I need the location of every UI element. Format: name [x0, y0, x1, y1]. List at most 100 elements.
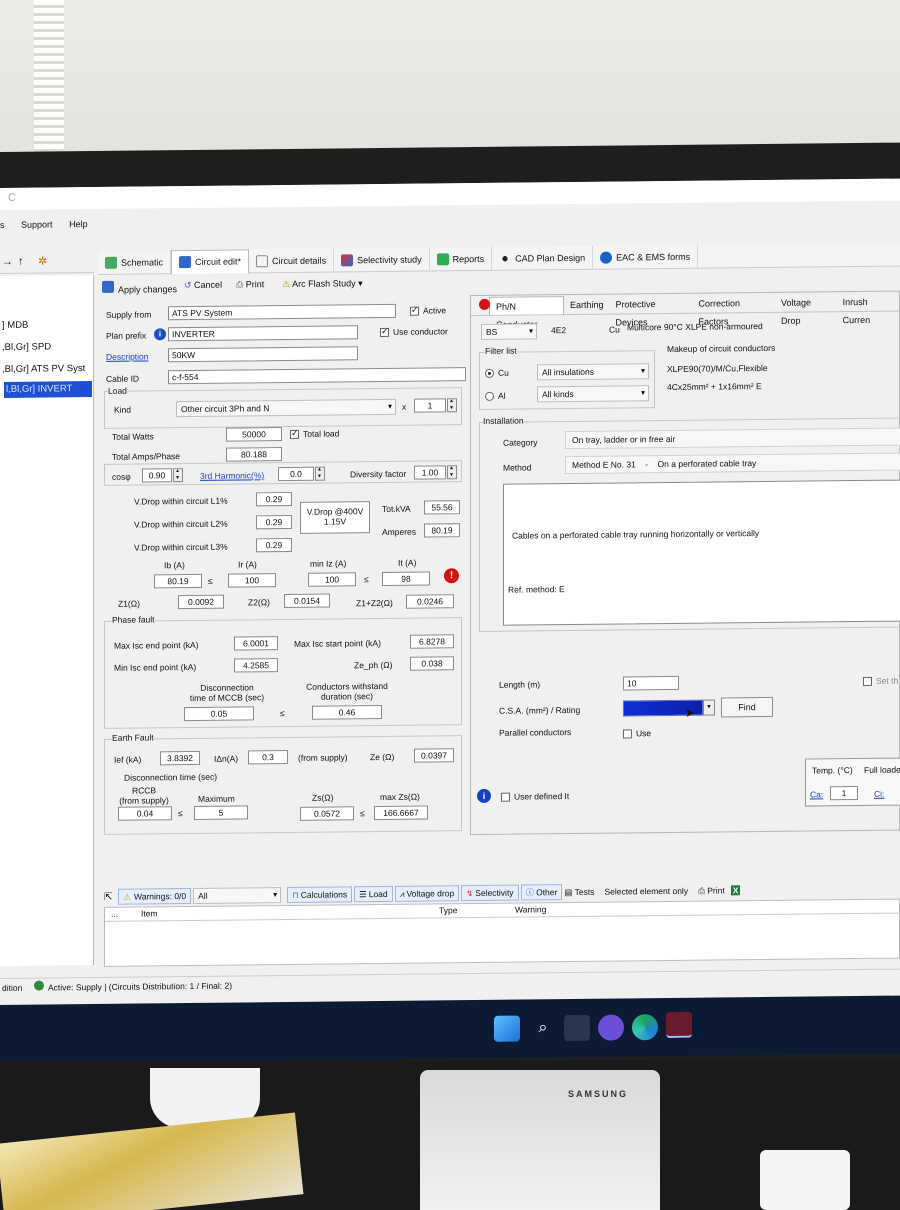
standard-dropdown[interactable]: BS	[481, 323, 537, 340]
supply-field[interactable]: ATS PV System	[168, 303, 396, 321]
quantity-stepper[interactable]	[447, 398, 457, 413]
menu-item-settings[interactable]: s	[0, 220, 5, 230]
menu-item-support[interactable]: Support	[21, 219, 53, 229]
voltage-drop-button[interactable]: ⩘ Voltage drop	[394, 885, 460, 902]
warnings-filter-dropdown[interactable]: All	[193, 887, 282, 904]
diversity-stepper[interactable]	[447, 465, 457, 480]
tree-item-spd[interactable]: ,Bl,Gr] SPD	[2, 341, 51, 353]
idn-field[interactable]: 0.3	[248, 749, 288, 765]
tab-cad-plan[interactable]: CAD Plan Design	[492, 245, 594, 271]
kind-dropdown[interactable]: Other circuit 3Ph and N	[176, 398, 396, 418]
apply-button[interactable]: Apply changes	[102, 280, 177, 295]
prefix-field[interactable]: INVERTER	[168, 325, 358, 342]
harmonic-link[interactable]: 3rd Harmonic(%)	[200, 470, 264, 481]
ca-link[interactable]: Ca:	[810, 789, 823, 799]
error-icon[interactable]: !	[444, 568, 459, 584]
arc-flash-button[interactable]: ⚠ Arc Flash Study ▾	[282, 278, 363, 290]
maximum-field[interactable]: 5	[194, 805, 248, 820]
tab-circuit-details[interactable]: Circuit details	[249, 248, 335, 273]
diversity-field[interactable]: 1.00	[414, 465, 446, 480]
harmonic-field[interactable]: 0.0	[278, 466, 314, 482]
harmonic-stepper[interactable]	[315, 466, 325, 481]
tab-selectivity-study[interactable]: Selectivity study	[334, 247, 430, 273]
tab-ph-n-conductor[interactable]: Ph/N Conductor	[489, 295, 564, 329]
bottom-print-button[interactable]: ⎙ Print	[698, 885, 725, 896]
al-radio[interactable]	[485, 392, 494, 402]
set-check[interactable]	[863, 677, 872, 687]
curve-icon	[341, 253, 354, 266]
tab-eac-ems[interactable]: EAC & EMS forms	[593, 244, 699, 270]
earth-fault-label: Earth Fault	[112, 732, 154, 743]
use-conductor-checkbox[interactable]: Use conductor	[380, 326, 448, 338]
excel-icon[interactable]: X	[730, 885, 741, 896]
cancel-button[interactable]: ↺ Cancel	[184, 280, 222, 291]
ci-link[interactable]: Ci:	[874, 789, 884, 799]
parallel-use-check[interactable]	[623, 729, 632, 739]
description-link[interactable]: Description	[106, 351, 149, 361]
gear-icon[interactable]: ✲	[38, 255, 47, 268]
cable-id-field[interactable]: c-f-554	[168, 367, 466, 385]
tab-circuit-edit[interactable]: Circuit edit*	[171, 248, 250, 274]
info-icon[interactable]: i	[154, 328, 166, 341]
tree-item-mdb[interactable]: ] MDB	[2, 320, 28, 331]
status-left: dition	[2, 982, 23, 993]
selected-element-toggle[interactable]: Selected element only	[604, 886, 688, 897]
radio-al[interactable]: Al	[485, 391, 506, 402]
other-button[interactable]: ⓘ Other	[520, 884, 563, 901]
cu-radio[interactable]	[485, 369, 494, 379]
type-column[interactable]: Type	[439, 905, 457, 915]
edge-icon[interactable]	[632, 1014, 658, 1041]
tree-item-ats[interactable]: ,Bl,Gr] ATS PV Syst	[2, 363, 85, 375]
tab-inrush-current[interactable]: Inrush Curren	[837, 292, 900, 324]
active-app-icon[interactable]	[666, 1011, 692, 1039]
print-button[interactable]: ⎙ Print	[236, 279, 264, 290]
selectivity-button[interactable]: ↯ Selectivity	[461, 884, 519, 902]
calculations-button[interactable]: ⊓ Calculations	[287, 886, 353, 903]
user-defined-checkbox[interactable]: User defined It	[501, 791, 569, 803]
cosphi-field[interactable]: 0.90	[142, 468, 172, 483]
chat-icon[interactable]	[598, 1014, 624, 1041]
cosphi-stepper[interactable]	[173, 468, 183, 483]
use-conductor-check[interactable]	[380, 328, 389, 338]
warnings-button[interactable]: ⚠ Warnings: 0/0	[118, 887, 192, 905]
tests-button[interactable]: ▤ Tests	[564, 886, 594, 897]
tab-voltage-drop[interactable]: Voltage Drop	[775, 293, 837, 325]
export-icon[interactable]: ⇱	[104, 891, 112, 902]
item-column[interactable]: Item	[141, 908, 158, 918]
total-load-checkbox[interactable]: Total load	[290, 428, 339, 440]
windows-start-icon[interactable]	[494, 1015, 520, 1042]
load-button[interactable]: ☰ Load	[354, 885, 393, 903]
total-load-check[interactable]	[290, 430, 299, 440]
warning-column[interactable]: Warning	[515, 904, 546, 914]
length-field[interactable]: 10	[623, 675, 679, 691]
find-button[interactable]: Find	[721, 696, 773, 718]
tab-reports[interactable]: Reports	[429, 246, 493, 272]
total-watts-field[interactable]: 50000	[226, 427, 282, 442]
radio-cu[interactable]: Cu	[485, 368, 509, 379]
temp-label: Temp. (°C)	[812, 765, 853, 776]
parallel-use-checkbox[interactable]: Use	[623, 728, 651, 739]
category-dropdown[interactable]: On tray, ladder or in free air	[565, 427, 900, 450]
task-view-icon[interactable]	[564, 1014, 590, 1042]
set-checkbox[interactable]: Set th	[863, 676, 898, 687]
tree-item-inverter[interactable]: l,Bl,Gr] INVERT	[4, 381, 92, 398]
method-dropdown[interactable]: Method E No. 31 - On a perforated cable …	[565, 452, 900, 475]
tab-earthing[interactable]: Earthing	[564, 295, 610, 313]
insulation-dropdown[interactable]: All insulations	[537, 363, 649, 381]
search-icon[interactable]: ⌕	[530, 1015, 556, 1041]
description-field[interactable]: 50KW	[168, 346, 358, 363]
forward-arrow-icon[interactable]: →	[2, 256, 13, 268]
tab-protective-devices[interactable]: Protective Devices	[610, 294, 693, 327]
kinds-dropdown[interactable]: All kinds	[537, 385, 649, 403]
up-arrow-icon[interactable]: ↑	[18, 256, 24, 268]
user-defined-check[interactable]	[501, 792, 510, 803]
tab-correction-factors[interactable]: Correction Factors	[693, 293, 776, 326]
menu-item-help[interactable]: Help	[69, 219, 88, 229]
quantity-field[interactable]: 1	[414, 398, 446, 413]
csa-dropdown-arrow[interactable]: ▾	[703, 699, 715, 716]
tab-schematic[interactable]: Schematic	[98, 249, 172, 275]
ib-field: 80.19	[154, 573, 202, 589]
active-checkbox[interactable]: Active	[410, 305, 446, 316]
info-circle-icon[interactable]: i	[477, 788, 491, 804]
active-check[interactable]	[410, 306, 419, 316]
